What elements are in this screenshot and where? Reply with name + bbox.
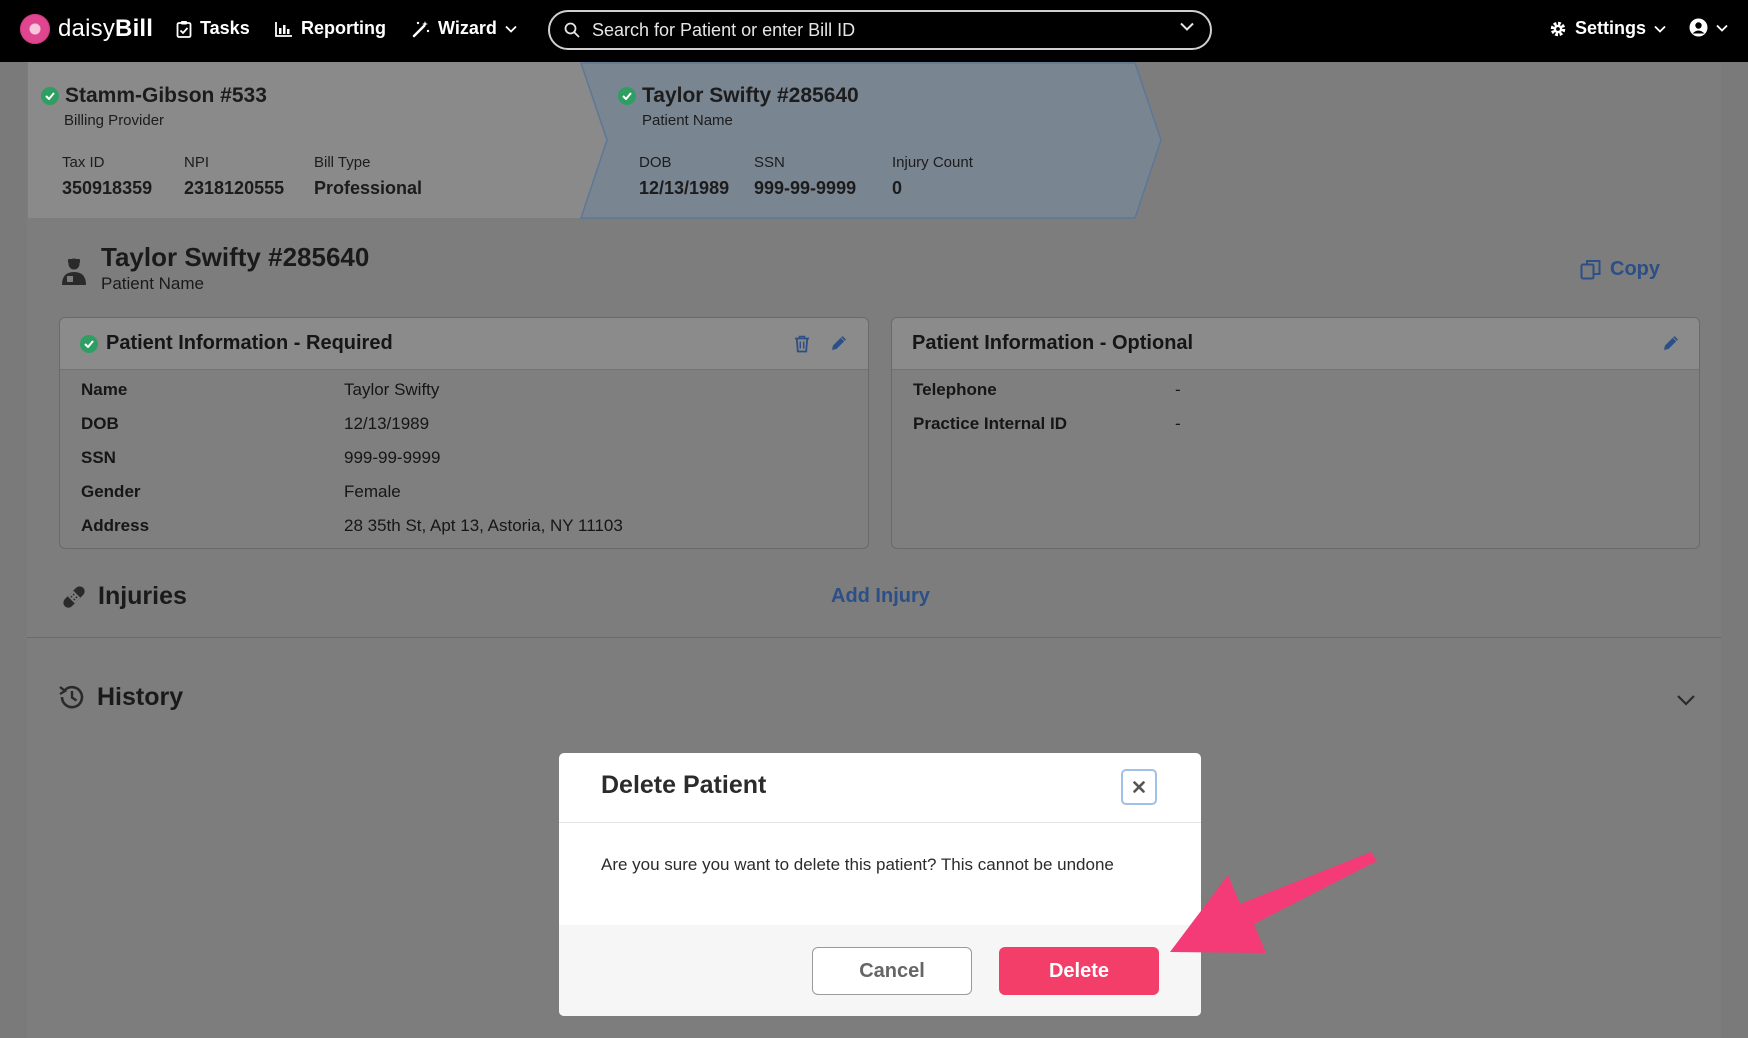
check-circle-icon: [80, 334, 98, 353]
chevron-down-icon: [505, 25, 517, 33]
patient-field-label: DOB: [639, 154, 672, 171]
copy-icon: [1580, 259, 1601, 279]
check-circle-icon: [618, 87, 636, 105]
breadcrumb-patient-subtitle: Patient Name: [642, 112, 733, 129]
clipboard-check-icon: [176, 20, 192, 38]
injuries-section-header: Injuries: [60, 582, 187, 611]
search-dropdown-chevron-icon[interactable]: [1180, 22, 1194, 31]
provider-field-label: Bill Type: [314, 154, 371, 171]
history-title: History: [97, 682, 184, 711]
bar-chart-icon: [275, 21, 292, 37]
nav-tasks-label: Tasks: [200, 18, 250, 38]
provider-field-label: NPI: [184, 154, 210, 171]
search-placeholder: Search for Patient or enter Bill ID: [592, 19, 856, 40]
provider-subtitle: Billing Provider: [64, 112, 165, 129]
nav-tasks[interactable]: Tasks: [176, 18, 250, 39]
patient-field-value: 0: [892, 178, 903, 198]
history-expand-chevron-icon[interactable]: [1676, 694, 1696, 706]
modal-message: Are you sure you want to delete this pat…: [601, 855, 1114, 874]
optional-panel-title: Patient Information - Optional: [912, 332, 1194, 354]
search-icon: [564, 22, 580, 38]
magic-wand-icon: [412, 20, 430, 37]
required-field-label: Name: [81, 380, 128, 399]
patient-field-value: 12/13/1989: [639, 178, 730, 198]
gear-icon: [1550, 21, 1566, 36]
modal-title: Delete Patient: [601, 771, 767, 799]
nav-settings-label: Settings: [1575, 18, 1647, 38]
provider-title: Stamm-Gibson #533: [65, 84, 267, 107]
injuries-title: Injuries: [98, 582, 187, 610]
provider-field-label: Tax ID: [62, 154, 105, 171]
bandage-icon: [63, 585, 85, 608]
nav-wizard-label: Wizard: [438, 18, 497, 38]
delete-patient-modal: Delete Patient Are you sure you want to …: [559, 753, 1201, 1016]
breadcrumb-billing-provider[interactable]: Stamm-Gibson #533 Billing Provider Tax I…: [28, 62, 608, 218]
chevron-down-icon: [1654, 25, 1666, 33]
cancel-button[interactable]: Cancel: [812, 947, 972, 995]
user-menu[interactable]: [1689, 18, 1728, 37]
required-panel-title: Patient Information - Required: [106, 332, 393, 354]
patient-info-optional-panel: Patient Information - Optional Telephone…: [891, 317, 1700, 549]
required-field-value: 999-99-9999: [344, 448, 441, 467]
patient-info-required-panel: Patient Information - Required Name Tayl…: [59, 317, 869, 549]
brand-prefix: daisy: [58, 15, 116, 42]
section-divider: [27, 637, 1721, 638]
check-circle-icon: [41, 87, 59, 105]
brand-logo[interactable]: daisyBill: [20, 14, 153, 44]
optional-field-value: -: [1175, 414, 1181, 433]
page-subtitle: Patient Name: [101, 274, 204, 293]
annotation-arrow: [1170, 852, 1377, 953]
copy-patient-button[interactable]: Copy: [1580, 258, 1660, 281]
patient-search-input[interactable]: Search for Patient or enter Bill ID: [548, 10, 1212, 50]
nav-reporting[interactable]: Reporting: [275, 18, 386, 39]
page-title: Taylor Swifty #285640: [101, 242, 370, 272]
optional-field-label: Practice Internal ID: [913, 414, 1068, 433]
modal-close-button[interactable]: [1121, 769, 1157, 805]
patient-field-label: Injury Count: [892, 154, 973, 171]
patient-field-value: 999-99-9999: [754, 178, 857, 198]
required-field-label: Gender: [81, 482, 141, 501]
copy-label: Copy: [1610, 258, 1660, 280]
optional-field-value: -: [1175, 380, 1181, 399]
history-clock-icon: [59, 685, 84, 709]
breadcrumb-patient-title: Taylor Swifty #285640: [642, 84, 859, 107]
close-icon: [1133, 781, 1145, 793]
required-field-value: Female: [344, 482, 401, 501]
delete-button[interactable]: Delete: [999, 947, 1159, 995]
required-field-label: SSN: [81, 448, 116, 467]
daisy-logo-icon: [20, 14, 50, 44]
optional-field-label: Telephone: [913, 380, 997, 399]
history-section-header[interactable]: History: [57, 682, 183, 712]
nav-settings[interactable]: Settings: [1549, 18, 1666, 39]
brand-suffix: Bill: [115, 15, 154, 42]
chevron-down-icon: [1716, 24, 1728, 32]
patient-field-label: SSN: [754, 154, 785, 171]
required-field-label: DOB: [81, 414, 119, 433]
provider-field-value: 2318120555: [184, 178, 285, 198]
nav-reporting-label: Reporting: [301, 18, 386, 38]
required-field-value: Taylor Swifty: [344, 380, 440, 399]
required-field-label: Address: [81, 516, 150, 535]
provider-field-value: Professional: [314, 178, 423, 198]
user-circle-icon: [1689, 18, 1708, 37]
nav-wizard[interactable]: Wizard: [412, 18, 517, 39]
trash-icon[interactable]: [794, 335, 810, 353]
add-injury-link[interactable]: Add Injury: [831, 585, 930, 608]
provider-field-value: 350918359: [62, 178, 153, 198]
pencil-icon[interactable]: [830, 334, 848, 352]
breadcrumb-patient[interactable]: Taylor Swifty #285640 Patient Name DOB 1…: [580, 62, 1162, 218]
required-field-value: 12/13/1989: [344, 414, 430, 433]
required-field-value: 28 35th St, Apt 13, Astoria, NY 11103: [344, 516, 623, 535]
top-navbar: daisyBill Tasks Reporting Wizard Search …: [0, 0, 1748, 62]
patient-person-icon: [62, 258, 86, 285]
pencil-icon[interactable]: [1662, 334, 1680, 352]
